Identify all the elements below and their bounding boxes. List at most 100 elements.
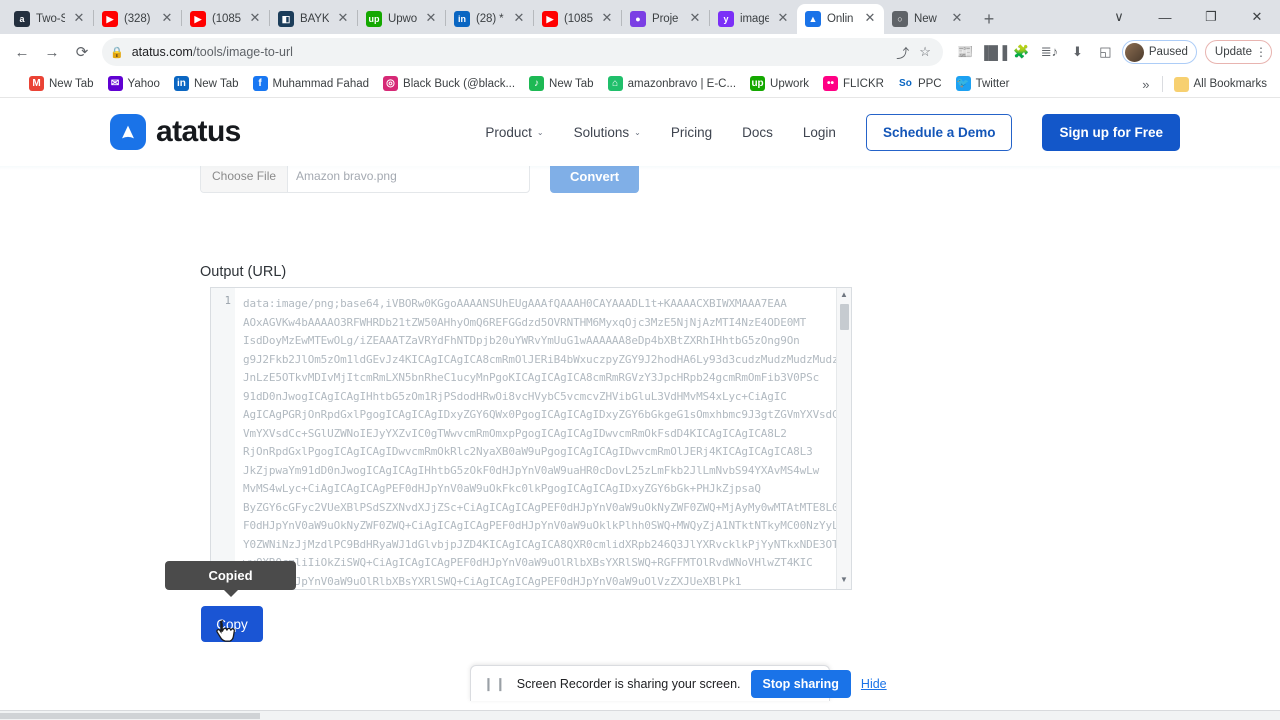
browser-tab[interactable]: y image ✕ <box>710 4 797 34</box>
tab-close-icon[interactable]: ✕ <box>423 11 439 27</box>
scroll-up-icon[interactable]: ▲ <box>840 288 848 302</box>
bookmarks-bar: M New Tab ✉ Yahoo in New Tab f Muhammad Fahad ◎ B… <box>0 70 1280 98</box>
browser-tab[interactable]: ▶ (328) ✕ <box>94 4 181 34</box>
bookmarks-overflow-icon[interactable]: » <box>1134 77 1157 92</box>
profile-chip[interactable]: Paused <box>1121 40 1197 64</box>
bookmark-item[interactable]: M New Tab <box>22 73 101 94</box>
share-icon[interactable]: ⤴ <box>896 43 909 62</box>
sharing-message: Screen Recorder is sharing your screen. <box>516 676 741 691</box>
instagram-icon: ◎ <box>383 76 399 91</box>
minimize-button[interactable]: — <box>1142 1 1188 33</box>
bookmark-item[interactable]: ♪ New Tab <box>522 73 601 94</box>
output-url-label: Output (URL) <box>200 264 287 280</box>
tab-close-icon[interactable]: ✕ <box>599 11 615 27</box>
site-nav-item-login[interactable]: Login <box>803 125 836 140</box>
analytics-icon[interactable]: ▐█▐ <box>980 44 1008 61</box>
code-scrollbar[interactable]: ▲ ▼ <box>836 288 851 589</box>
bookmark-item[interactable]: ✉ Yahoo <box>101 73 167 94</box>
hide-sharing-bar-button[interactable]: Hide <box>861 677 887 691</box>
bookmark-item[interactable]: So PPC <box>891 73 949 94</box>
page-viewport: atatus Product ⌄ Solutions ⌄ Pricing Docs Logi… <box>0 98 1280 720</box>
upwork-icon: up <box>366 11 382 27</box>
bookmark-label: New Tab <box>49 77 94 90</box>
downloads-icon[interactable]: ⬇ <box>1069 44 1086 61</box>
tab-close-icon[interactable]: ✕ <box>511 11 527 27</box>
site-nav-item-pricing[interactable]: Pricing <box>671 125 712 140</box>
bookmark-star-icon[interactable]: ☆ <box>919 44 931 60</box>
bookmark-item[interactable]: up Upwork <box>743 73 816 94</box>
pause-icon: ❙❙ <box>483 675 507 691</box>
amazon-icon: a <box>14 11 30 27</box>
chevron-down-icon: ⌄ <box>536 127 544 137</box>
new-tab-button[interactable]: + <box>975 5 1003 33</box>
tab-close-icon[interactable]: ✕ <box>949 11 965 27</box>
stop-sharing-button[interactable]: Stop sharing <box>750 669 851 698</box>
browser-tab[interactable]: ◧ BAYK ✕ <box>270 4 357 34</box>
all-bookmarks-button[interactable]: All Bookmarks <box>1167 74 1275 95</box>
base64-output-text[interactable]: data:image/png;base64,iVBORw0KGgoAAAANSU… <box>235 288 836 589</box>
tab-title: (28) * <box>476 13 504 25</box>
schedule-demo-button[interactable]: Schedule a Demo <box>865 113 1013 151</box>
close-window-button[interactable]: ✕ <box>1234 1 1280 33</box>
bookmark-item[interactable]: •• FLICKR <box>816 73 891 94</box>
side-panel-icon[interactable]: ◱ <box>1097 44 1114 61</box>
tab-close-icon[interactable]: ✕ <box>862 11 878 27</box>
browser-tab[interactable]: up Upwo ✕ <box>358 4 445 34</box>
back-icon[interactable]: ← <box>8 38 36 66</box>
bookmark-item[interactable]: in New Tab <box>167 73 246 94</box>
bookmark-item[interactable]: 🐦 Twitter <box>949 73 1017 94</box>
extensions-puzzle-icon[interactable]: 🧩 <box>1013 44 1030 61</box>
update-chip[interactable]: Update ⋮ <box>1204 40 1272 64</box>
tab-close-icon[interactable]: ✕ <box>335 11 351 27</box>
atatus-logo[interactable]: atatus <box>110 114 241 150</box>
forward-icon[interactable]: → <box>38 38 66 66</box>
chevron-down-icon: ⌄ <box>634 127 641 137</box>
tab-close-icon[interactable]: ✕ <box>71 11 87 27</box>
browser-tab[interactable]: ▶ (1085 ✕ <box>534 4 621 34</box>
bookmark-label: Muhammad Fahad <box>272 77 370 90</box>
maximize-button[interactable]: ❐ <box>1188 1 1234 33</box>
reload-icon[interactable]: ⟳ <box>68 38 96 66</box>
tab-close-icon[interactable]: ✕ <box>775 11 791 27</box>
bookmark-label: New Tab <box>193 77 239 90</box>
bookmark-label: amazonbravo | E-C... <box>627 77 737 90</box>
browser-tab[interactable]: ▲ Onlin ✕ <box>797 4 884 34</box>
bookmark-item[interactable]: ⌂ amazonbravo | E-C... <box>601 73 743 94</box>
bookmark-item[interactable]: ◎ Black Buck (@black... <box>376 73 522 94</box>
tab-title: (1085 <box>212 13 241 25</box>
address-bar[interactable]: 🔒 atatus.com/tools/image-to-url ⤴ ☆ <box>102 38 943 66</box>
browser-tab[interactable]: in (28) * ✕ <box>446 4 533 34</box>
browser-tab[interactable]: a Two-S ✕ <box>6 4 93 34</box>
scroll-down-icon[interactable]: ▼ <box>840 573 848 587</box>
site-nav-label: Login <box>802 124 836 140</box>
playlist-icon[interactable]: ≣♪ <box>1041 44 1058 61</box>
tab-search-button[interactable]: ∨ <box>1096 1 1142 33</box>
bookmark-label: FLICKR <box>843 77 884 90</box>
site-nav-item-product[interactable]: Product ⌄ <box>485 125 543 140</box>
browser-tab[interactable]: ● Proje ✕ <box>622 4 709 34</box>
signup-button[interactable]: Sign up for Free <box>1042 113 1180 151</box>
linkedin-icon: in <box>173 76 189 91</box>
line-number-gutter: 1 <box>211 288 235 589</box>
tab-close-icon[interactable]: ✕ <box>159 11 175 27</box>
site-nav-item-docs[interactable]: Docs <box>742 125 773 140</box>
chrome-menu-icon[interactable]: ⋮ <box>1255 45 1267 59</box>
youtube-icon: ▶ <box>542 11 558 27</box>
output-code-box[interactable]: 1 data:image/png;base64,iVBORw0KGgoAAAAN… <box>210 287 852 590</box>
tab-close-icon[interactable]: ✕ <box>247 11 263 27</box>
tab-close-icon[interactable]: ✕ <box>687 11 703 27</box>
yandex-icon: y <box>718 11 734 27</box>
tab-title: Onlin <box>827 13 854 25</box>
scrollbar-thumb[interactable] <box>839 304 849 330</box>
bookmark-item[interactable]: f Muhammad Fahad <box>246 73 377 94</box>
browser-tab[interactable]: ○ New ✕ <box>884 4 971 34</box>
atatus-icon: ▲ <box>805 11 821 27</box>
rss-reader-icon[interactable]: 📰 <box>957 44 974 61</box>
divider <box>1161 76 1163 92</box>
tab-title: BAYK <box>300 13 329 25</box>
amazon-shop-icon: ⌂ <box>607 76 623 91</box>
facebook-icon: f <box>252 76 268 91</box>
browser-tab[interactable]: ▶ (1085 ✕ <box>182 4 269 34</box>
site-nav-item-solutions[interactable]: Solutions ⌄ <box>574 125 641 140</box>
tab-title: (328) <box>124 13 151 25</box>
